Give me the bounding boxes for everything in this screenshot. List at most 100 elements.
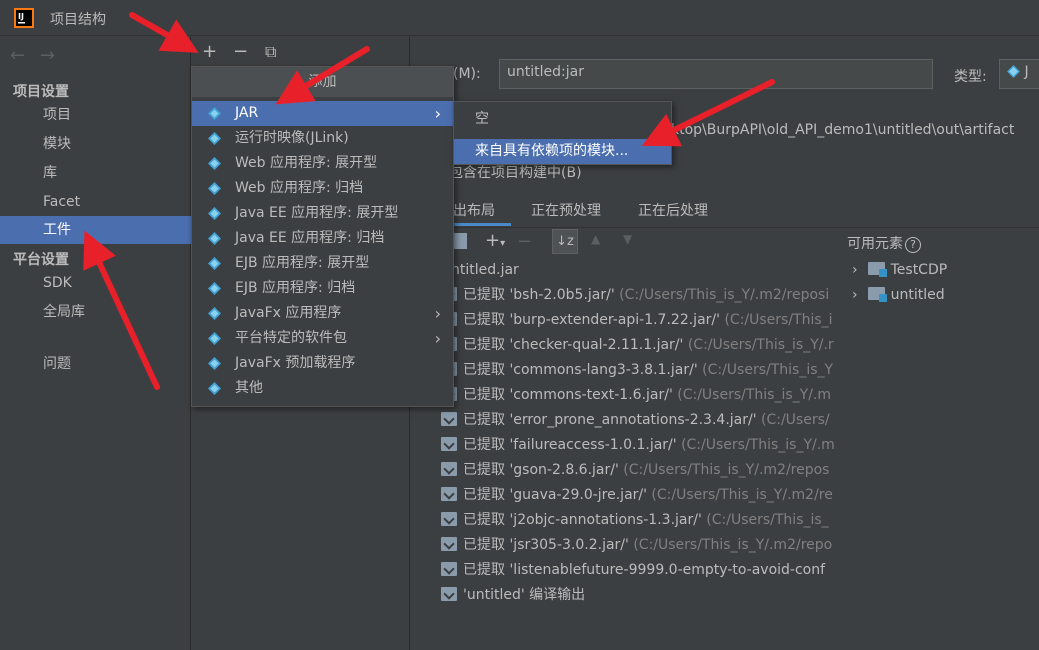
extracted-jar-row[interactable]: 已提取 'listenablefuture-9999.0-empty-to-av… [441,558,846,583]
artifact-diamond-icon [208,282,221,295]
expand-arrow-icon[interactable]: › [852,287,858,303]
remove-element-icon[interactable]: − [517,231,532,252]
row-path: (C:/Users/This_is_Y/.r [687,337,834,353]
extracted-jar-row[interactable]: 已提取 'jsr305-3.0.2.jar/' (C:/Users/This_i… [441,533,846,558]
add-element-icon[interactable]: +▾ [485,230,505,251]
extracted-jar-row[interactable]: 已提取 'gson-2.8.6.jar/' (C:/Users/This_is_… [441,458,846,483]
artifact-diamond-icon [208,157,221,170]
menu-item-javafx-app[interactable]: JavaFx 应用程序 › [192,301,453,326]
move-down-icon[interactable]: ▼ [623,232,632,246]
forward-arrow-icon[interactable]: → [40,45,55,66]
row-name: 已提取 'commons-text-1.6.jar/' [463,387,673,403]
move-up-icon[interactable]: ▲ [591,232,600,246]
menu-item-label: 平台特定的软件包 [235,330,347,346]
compile-output-row[interactable]: 'untitled' 编译输出 [441,583,846,608]
row-name: 'untitled' 编译输出 [463,587,586,603]
add-artifact-menu: 添加 JAR › 运行时映像(JLink) Web 应用程序: 展开型 Web 应用程序… [191,66,454,407]
extracted-jar-row[interactable]: 已提取 'bsh-2.0b5.jar/' (C:/Users/This_is_Y… [441,283,846,308]
include-in-build-label[interactable]: 包含在项目构建中(B) [449,162,582,182]
name-label: (M): [453,66,481,82]
tab-preprocessing[interactable]: 正在预处理 [531,200,601,220]
tree-item-untitled[interactable]: › untitled [852,283,945,308]
title-bar: IJ 项目结构 [0,0,1039,36]
name-field[interactable]: untitled:jar [499,59,933,89]
artifact-diamond-icon [208,232,221,245]
sidebar-item-global-libraries[interactable]: 全局库 [0,298,191,326]
menu-item-javafx-preloader[interactable]: JavaFx 预加载程序 [192,351,453,376]
remove-icon[interactable]: − [233,41,248,62]
row-path: (C:/Users/ [761,412,830,428]
submenu-item-from-modules[interactable]: 来自具有依赖项的模块... [454,139,671,164]
row-path: (C:/Users/This_is_Y [702,362,834,378]
tab-separator [411,227,1039,228]
jar-root[interactable]: ntitled.jar [451,258,856,283]
artifact-diamond-icon [208,307,221,320]
row-name: 已提取 'failureaccess-1.0.1.jar/' [463,437,677,453]
tab-output-layout[interactable]: 出布局 [453,200,495,220]
extracted-jar-row[interactable]: 已提取 'burp-extender-api-1.7.22.jar/' (C:/… [441,308,846,333]
extracted-jar-row[interactable]: 已提取 'commons-text-1.6.jar/' (C:/Users/Th… [441,383,846,408]
row-name: 已提取 'gson-2.8.6.jar/' [463,462,619,478]
extracted-archive-icon [441,487,457,501]
artifact-diamond-icon [208,357,221,370]
sidebar-item-problems[interactable]: 问题 [0,350,191,378]
extracted-archive-icon [441,412,457,426]
menu-item-javaee-app-exploded[interactable]: Java EE 应用程序: 展开型 [192,201,453,226]
menu-item-javaee-app-archive[interactable]: Java EE 应用程序: 归档 [192,226,453,251]
available-elements-label: 可用元素? [847,233,921,253]
extracted-jar-row[interactable]: 已提取 'j2objc-annotations-1.3.jar/' (C:/Us… [441,508,846,533]
back-arrow-icon[interactable]: ← [10,45,25,66]
sidebar-item-facets[interactable]: Facet [0,188,191,216]
menu-item-web-app-archive[interactable]: Web 应用程序: 归档 [192,176,453,201]
row-path: (C:/Users/This_i [724,312,833,328]
add-icon[interactable]: + [202,41,217,62]
submenu-item-empty[interactable]: 空 [454,107,671,132]
submenu-arrow-icon: › [434,329,441,348]
help-icon[interactable]: ? [905,237,921,253]
menu-item-ejb-app-archive[interactable]: EJB 应用程序: 归档 [192,276,453,301]
sidebar-item-artifacts[interactable]: 工件 [0,216,191,244]
extracted-jar-row[interactable]: 已提取 'guava-29.0-jre.jar/' (C:/Users/This… [441,483,846,508]
artifact-diamond-icon [208,257,221,270]
expand-arrow-icon[interactable]: › [852,262,858,278]
type-select[interactable]: J [999,59,1039,89]
create-directory-icon[interactable] [453,233,467,249]
row-name: 已提取 'listenablefuture-9999.0-empty-to-av… [463,562,826,578]
menu-item-jlink-runtime-image[interactable]: 运行时映像(JLink) [192,126,453,151]
sort-icon[interactable]: ↓z [552,229,578,254]
menu-item-label: JAR [235,105,259,121]
submenu-arrow-icon: › [434,104,441,123]
copy-icon[interactable]: ⧉ [265,42,276,62]
intellij-logo-icon: IJ [14,8,34,28]
row-name: 已提取 'bsh-2.0b5.jar/' [463,287,615,303]
extracted-jar-row[interactable]: 已提取 'checker-qual-2.11.1.jar/' (C:/Users… [441,333,846,358]
menu-item-label: 其他 [235,380,263,396]
extracted-archive-icon [441,462,457,476]
row-path: (C:/Users/This_is_Y/.m2/re [651,487,833,503]
menu-item-other[interactable]: 其他 [192,376,453,401]
module-folder-icon [867,287,887,302]
extracted-jar-row[interactable]: 已提取 'failureaccess-1.0.1.jar/' (C:/Users… [441,433,846,458]
section-platform-settings: 平台设置 [13,252,69,268]
output-directory-value[interactable]: ktop\BurpAPI\old_API_demo1\untitled\out\… [671,122,1014,138]
extracted-jar-row[interactable]: 已提取 'error_prone_annotations-2.3.4.jar/'… [441,408,846,433]
row-name: 已提取 'j2objc-annotations-1.3.jar/' [463,512,702,528]
menu-item-label: JavaFx 预加载程序 [235,355,356,371]
menu-item-web-app-exploded[interactable]: Web 应用程序: 展开型 [192,151,453,176]
extracted-jar-row[interactable]: 已提取 'commons-lang3-3.8.1.jar/' (C:/Users… [441,358,846,383]
menu-item-label: Web 应用程序: 归档 [235,180,364,196]
sidebar-item-modules[interactable]: 模块 [0,130,191,158]
row-path: (C:/Users/This_is_Y/.m2/repos [623,462,830,478]
artifact-diamond-icon [208,182,221,195]
sidebar-item-libraries[interactable]: 库 [0,159,191,187]
artifact-diamond-icon [208,332,221,345]
menu-item-platform-package[interactable]: 平台特定的软件包 › [192,326,453,351]
menu-item-jar[interactable]: JAR › [192,101,453,126]
tree-item-testcdp[interactable]: › TestCDP [852,258,947,283]
row-name: 已提取 'jsr305-3.0.2.jar/' [463,537,629,553]
sidebar-item-sdk[interactable]: SDK [0,269,191,297]
jar-diamond-icon [1007,65,1020,78]
menu-item-ejb-app-exploded[interactable]: EJB 应用程序: 展开型 [192,251,453,276]
tab-postprocessing[interactable]: 正在后处理 [638,200,708,220]
sidebar-item-project[interactable]: 项目 [0,101,191,129]
